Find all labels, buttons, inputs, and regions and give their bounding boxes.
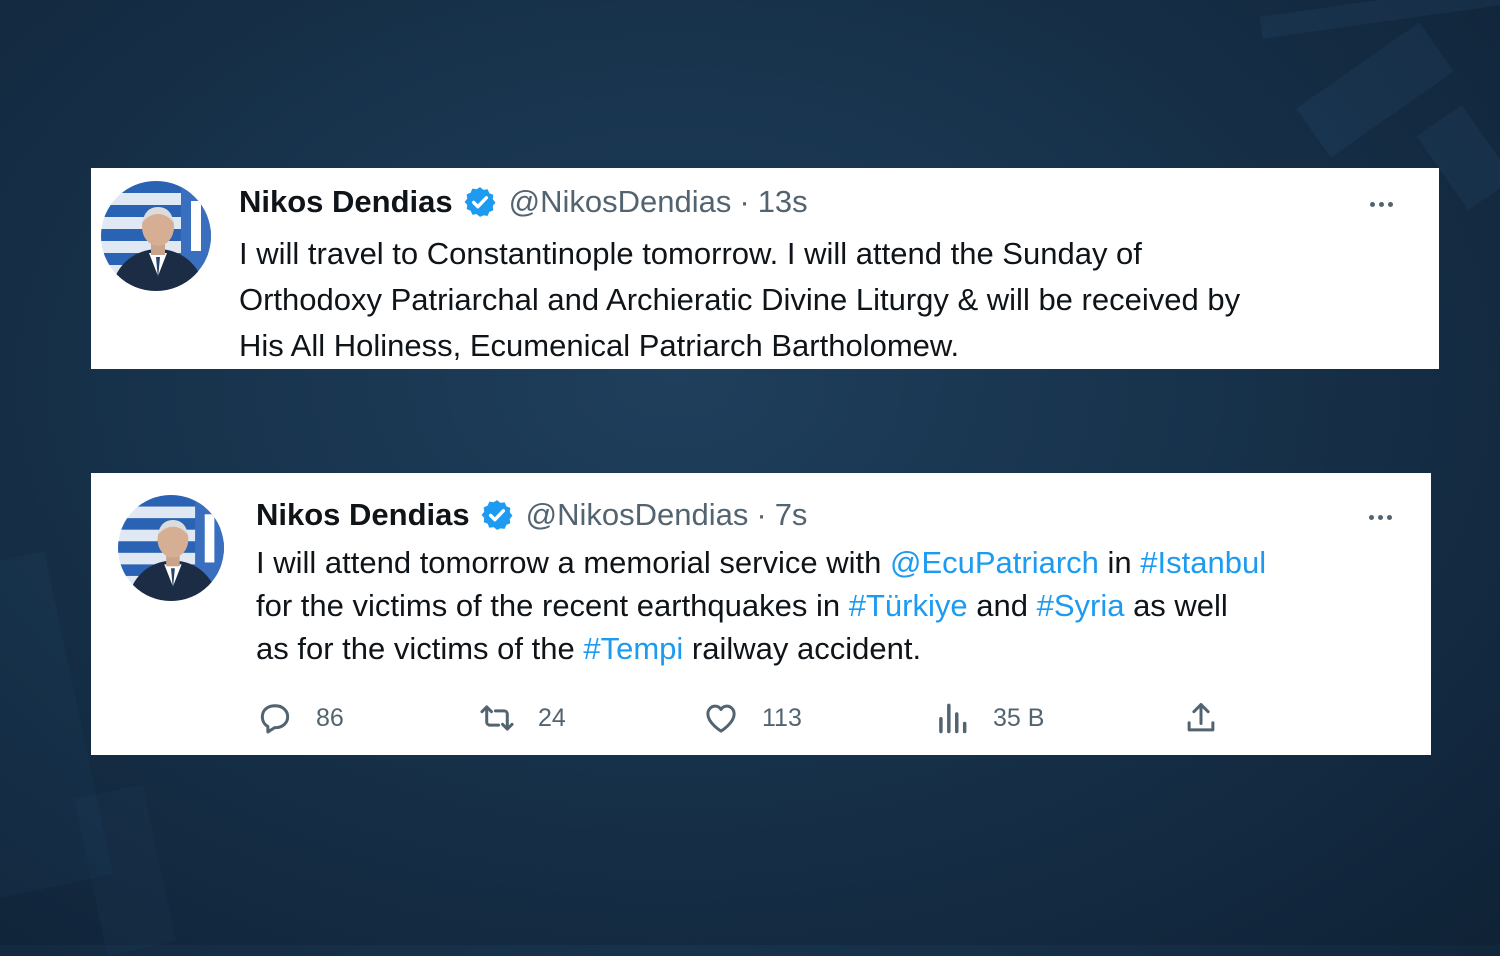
tweet-actions: 86 24 113 35 B xyxy=(256,698,1256,738)
author-name[interactable]: Nikos Dendias xyxy=(239,184,453,220)
like-count: 113 xyxy=(762,703,802,732)
background-shape xyxy=(74,784,176,956)
header-separator: · xyxy=(739,184,750,219)
reply-button[interactable]: 86 xyxy=(256,698,344,738)
avatar-image xyxy=(118,495,224,601)
text-segment: railway accident. xyxy=(683,631,922,666)
retweet-button[interactable]: 24 xyxy=(478,698,566,738)
share-button[interactable] xyxy=(1182,698,1220,738)
tweet-header: Nikos Dendias @NikosDendias · 7s xyxy=(256,497,807,533)
tweet-timestamp[interactable]: 13s xyxy=(758,184,808,220)
tweet-header: Nikos Dendias @NikosDendias · 13s xyxy=(239,184,808,220)
text-segment: as for the victims of the xyxy=(256,631,584,666)
verified-badge-icon xyxy=(463,185,497,219)
views-button[interactable]: 35 B xyxy=(933,698,1044,738)
tweet-text-line: I will travel to Constantinople tomorrow… xyxy=(239,236,1142,271)
like-button[interactable]: 113 xyxy=(702,698,802,738)
hashtag-link[interactable]: #Istanbul xyxy=(1140,545,1266,580)
hashtag-link[interactable]: #Syria xyxy=(1037,588,1125,623)
author-name[interactable]: Nikos Dendias xyxy=(256,497,470,533)
reply-count: 86 xyxy=(316,703,344,732)
text-segment: as well xyxy=(1124,588,1228,623)
avatar-image xyxy=(101,181,211,291)
text-segment: I will attend tomorrow a memorial servic… xyxy=(256,545,890,580)
views-count: 35 B xyxy=(993,703,1045,732)
header-separator: · xyxy=(756,497,767,532)
tweet-text: I will travel to Constantinople tomorrow… xyxy=(239,231,1240,369)
more-options-icon[interactable] xyxy=(1370,202,1393,207)
like-icon xyxy=(706,704,736,733)
tweet-text-line: Orthodoxy Patriarchal and Archieratic Di… xyxy=(239,282,1241,317)
retweet-count: 24 xyxy=(538,703,566,732)
more-options-icon[interactable] xyxy=(1369,515,1392,520)
tweet-text-line: as for the victims of the #Tempi railway… xyxy=(256,627,1266,670)
text-segment: and xyxy=(967,588,1037,623)
reply-icon xyxy=(260,704,290,734)
author-handle[interactable]: @NikosDendias xyxy=(509,184,732,220)
author-handle[interactable]: @NikosDendias xyxy=(526,497,749,533)
retweet-icon xyxy=(480,705,514,731)
verified-badge-icon xyxy=(480,498,514,532)
text-segment: for the victims of the recent earthquake… xyxy=(256,588,849,623)
tweet-text-line: for the victims of the recent earthquake… xyxy=(256,584,1266,627)
hashtag-link[interactable]: #Tempi xyxy=(583,631,683,666)
avatar[interactable] xyxy=(118,495,224,601)
hashtag-link[interactable]: #Türkiye xyxy=(849,588,968,623)
tweet-text-line: I will attend tomorrow a memorial servic… xyxy=(256,541,1266,584)
views-icon xyxy=(939,703,967,734)
tweet-timestamp[interactable]: 7s xyxy=(775,497,808,533)
share-icon xyxy=(1187,703,1215,732)
tweet-card[interactable]: Nikos Dendias @NikosDendias · 13s I will… xyxy=(91,168,1439,369)
text-segment: in xyxy=(1098,545,1141,580)
background-shape xyxy=(1259,0,1500,39)
tweet-card[interactable]: Nikos Dendias @NikosDendias · 7s I will … xyxy=(91,473,1431,755)
tweet-text-line: His All Holiness, Ecumenical Patriarch B… xyxy=(239,328,960,363)
mention-link[interactable]: @EcuPatriarch xyxy=(890,545,1099,580)
avatar[interactable] xyxy=(101,181,211,291)
tweet-text: I will attend tomorrow a memorial servic… xyxy=(256,541,1266,670)
